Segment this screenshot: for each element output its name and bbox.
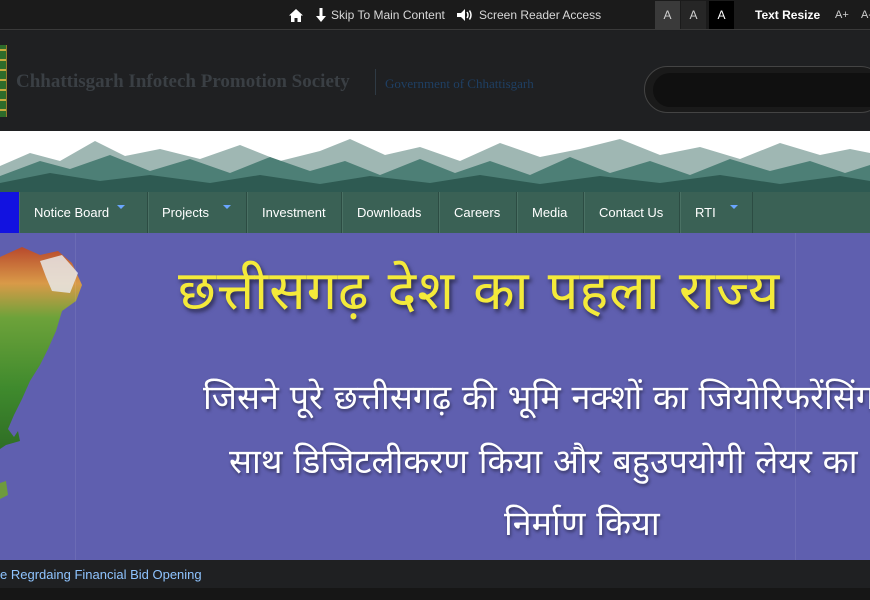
nav-item-downloads[interactable]: Downloads [342,192,439,233]
nav-item-media[interactable]: Media [517,192,584,233]
skip-to-main-label: Skip To Main Content [331,8,445,22]
mountain-banner [0,131,870,192]
screen-reader-link[interactable]: Screen Reader Access [457,0,601,30]
banner-line-3: निर्माण किया [504,504,660,544]
skip-to-main-link[interactable]: Skip To Main Content [315,0,445,30]
site-header: Chhattisgarh Infotech Promotion Society … [0,31,870,131]
nav-item-label: Media [532,205,568,220]
chevron-down-icon [117,204,126,209]
nav-item-label: RTI [695,205,716,220]
font-size-medium-button[interactable]: A [681,1,706,29]
bottom-strip [0,588,870,600]
banner-line-1: जिसने पूरे छत्तीसगढ़ की भूमि नक्शों का ज… [203,378,870,418]
main-nav: Notice Board Projects Investment Downloa… [0,192,870,233]
nav-home-item[interactable] [0,192,19,233]
ticker-link[interactable]: e Regrdaing Financial Bid Opening [0,567,202,582]
search-input[interactable] [653,73,870,107]
nav-item-notice-board[interactable]: Notice Board [19,192,148,233]
logo-icon[interactable] [0,45,7,117]
text-resize-label: Text Resize [755,8,821,22]
nav-item-label: Investment [262,205,326,220]
hero-banner[interactable]: छत्तीसगढ़ देश का पहला राज्य जिसने पूरे छ… [0,233,870,560]
header-divider [375,69,376,95]
nav-item-label: Downloads [357,205,422,220]
state-map-image [0,247,82,499]
gov-name: Government of Chhattisgarh [385,76,534,91]
page: Skip To Main Content Screen Reader Acces… [0,0,870,600]
nav-item-investment[interactable]: Investment [247,192,342,233]
org-name: Chhattisgarh Infotech Promotion Society [16,71,350,92]
search-box [644,66,870,113]
speaker-icon [457,9,472,21]
top-utility-bar: Skip To Main Content Screen Reader Acces… [0,0,870,30]
mountains-graphic [0,139,870,192]
nav-item-label: Notice Board [34,205,110,220]
nav-item-rti[interactable]: RTI [680,192,753,233]
home-icon [289,8,303,22]
banner-title: छत्तीसगढ़ देश का पहला राज्य [178,259,781,322]
text-increase-button[interactable]: A+ [835,0,849,30]
text-decrease-button[interactable]: A- [861,0,870,30]
nav-item-label: Contact Us [599,205,664,220]
home-link[interactable] [287,0,309,30]
nav-item-label: Careers [454,205,501,220]
nav-item-careers[interactable]: Careers [439,192,517,233]
nav-item-contact-us[interactable]: Contact Us [584,192,680,233]
nav-item-label: Projects [162,205,209,220]
nav-item-projects[interactable]: Projects [148,192,247,233]
arrow-down-icon [316,8,326,22]
news-ticker: e Regrdaing Financial Bid Opening [0,560,870,588]
font-size-normal-button[interactable]: A [655,1,680,29]
chevron-down-icon [729,204,738,209]
banner-line-2: साथ डिजिटलीकरण किया और बहुउपयोगी लेयर का [229,442,858,482]
font-size-high-contrast-button[interactable]: A [709,1,734,29]
chevron-down-icon [222,204,231,209]
screen-reader-label: Screen Reader Access [479,8,602,22]
guide-line [75,233,76,560]
